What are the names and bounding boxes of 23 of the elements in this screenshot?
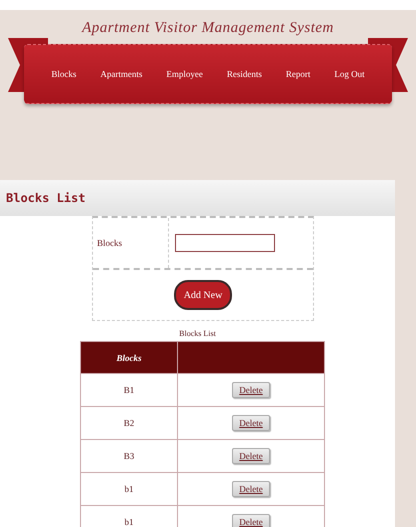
column-header: Blocks xyxy=(81,342,178,373)
delete-button[interactable]: Delete xyxy=(232,415,270,431)
table-cell: b1 xyxy=(81,506,178,527)
add-new-button[interactable]: Add New xyxy=(174,280,232,310)
nav-link[interactable]: Log Out xyxy=(334,69,365,79)
panel-title: Blocks List xyxy=(6,191,86,205)
table-caption: Blocks List xyxy=(178,329,217,338)
nav-link[interactable]: Blocks xyxy=(51,69,76,79)
blocks-input-field[interactable] xyxy=(175,234,275,252)
table-cell: B3 xyxy=(81,440,178,472)
nav-link[interactable]: Employee xyxy=(166,69,203,79)
nav-link[interactable]: Residents xyxy=(226,69,262,79)
nav-link[interactable]: Report xyxy=(286,69,310,79)
table-cell: B2 xyxy=(81,407,178,439)
delete-button[interactable]: Delete xyxy=(232,448,270,464)
delete-button[interactable]: Delete xyxy=(232,514,270,527)
nav-link[interactable]: Apartments xyxy=(100,69,142,79)
field-label: Blocks xyxy=(93,218,169,268)
site-title: Apartment Visitor Management System xyxy=(80,20,335,38)
delete-button[interactable]: Delete xyxy=(232,481,270,497)
table-cell: B1 xyxy=(81,374,178,406)
delete-button[interactable]: Delete xyxy=(232,382,270,398)
table-cell: b1 xyxy=(81,473,178,505)
